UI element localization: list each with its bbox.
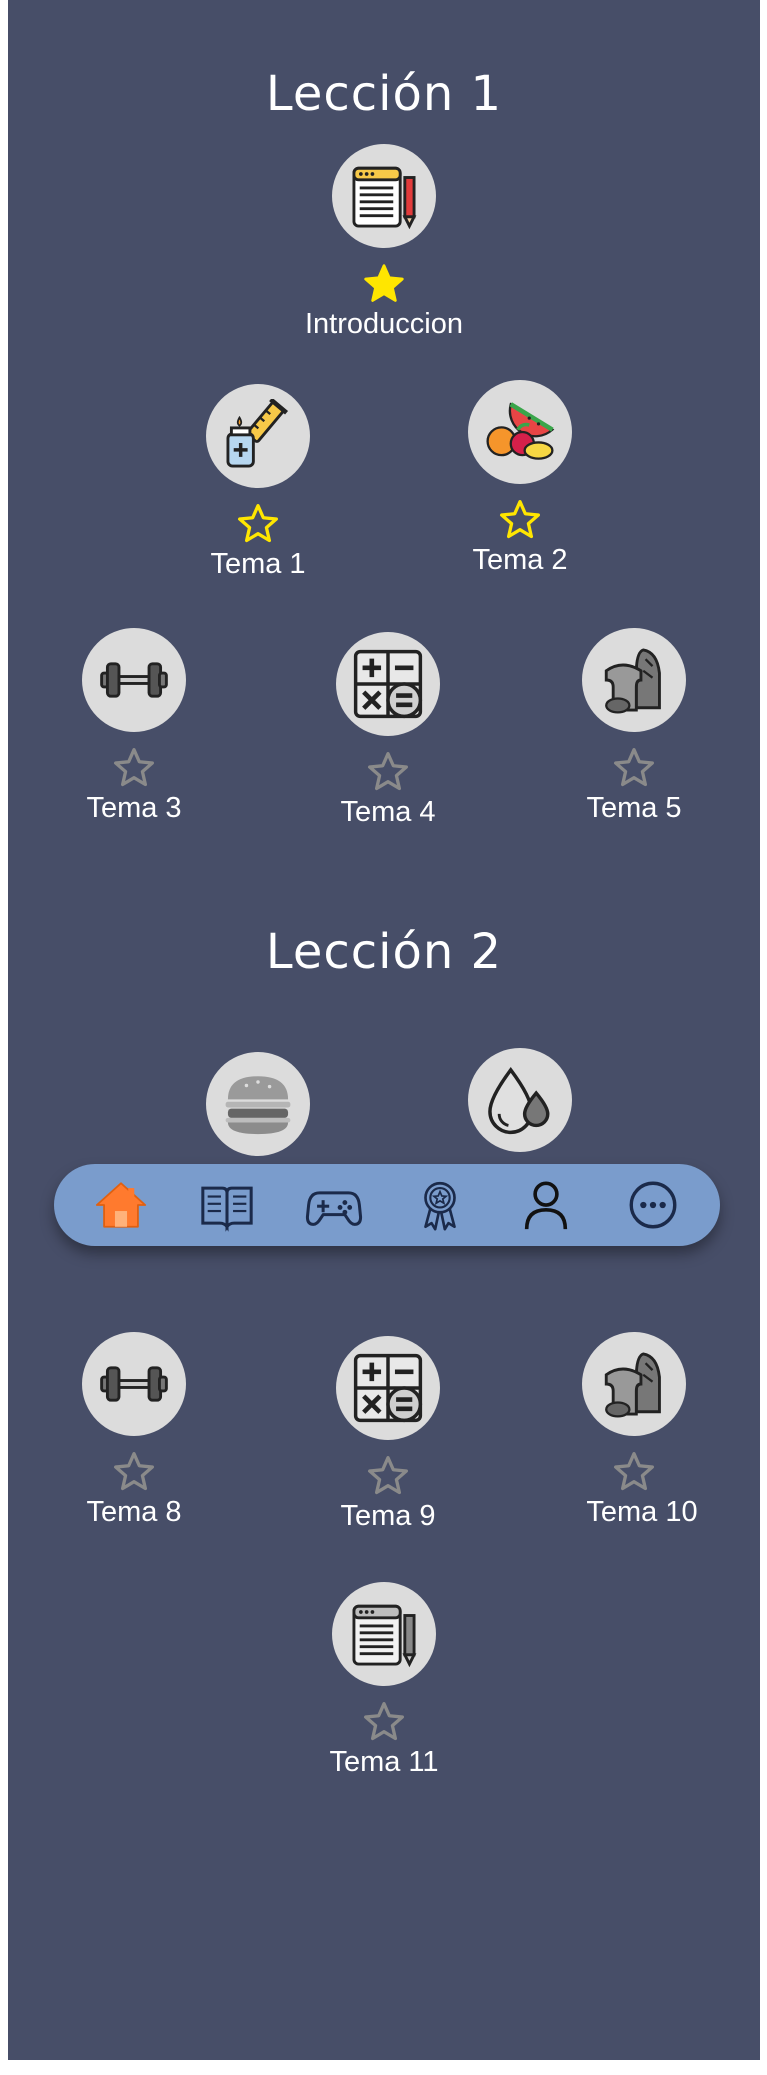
star-outline-icon <box>114 1452 154 1491</box>
gamepad-icon <box>305 1191 362 1226</box>
calculator-icon <box>353 649 423 719</box>
tema-11-circle[interactable] <box>332 1582 436 1686</box>
tema-11-node[interactable]: Tema 11 <box>304 1582 464 1779</box>
nav-more[interactable] <box>618 1170 688 1240</box>
star-outline-icon <box>114 748 154 787</box>
fruits-icon <box>486 402 555 460</box>
award-badge-icon <box>424 1181 456 1231</box>
tema-3-circle[interactable] <box>82 628 186 732</box>
star-outline-icon <box>238 504 278 543</box>
dumbbell-icon <box>100 662 168 698</box>
book-icon <box>201 1186 254 1232</box>
star-filled-icon <box>364 264 404 302</box>
tema-5-label: Tema 5 <box>586 792 682 824</box>
tema-2-node[interactable]: Tema 2 <box>440 380 600 577</box>
tema-4-circle[interactable] <box>336 632 440 736</box>
tema-2-circle[interactable] <box>468 380 572 484</box>
home-icon <box>96 1182 147 1228</box>
tema-5-circle[interactable] <box>582 628 686 732</box>
tema-6-node[interactable] <box>178 1052 338 1156</box>
tema-9-circle[interactable] <box>336 1336 440 1440</box>
intro-circle[interactable] <box>332 144 436 248</box>
nav-lessons[interactable] <box>192 1170 262 1240</box>
lesson-2-title: Lección 2 <box>265 924 503 980</box>
nav-achievements[interactable] <box>405 1170 475 1240</box>
syringe-vial-icon <box>226 399 289 468</box>
bread-icon <box>604 648 661 714</box>
intro-node[interactable]: Introduccion <box>304 144 464 341</box>
tema-5-node[interactable]: Tema 5 <box>554 628 714 825</box>
nav-profile[interactable] <box>511 1170 581 1240</box>
tema-11-label: Tema 11 <box>329 1746 439 1778</box>
star-outline-icon <box>614 1452 654 1491</box>
app-screen: Lección 1 Introduccion Tema 1 Tema 2 Tem… <box>8 0 760 2060</box>
tema-2-label: Tema 2 <box>472 544 568 576</box>
nav-home[interactable] <box>86 1170 156 1240</box>
water-drops-icon <box>488 1067 550 1135</box>
star-outline-icon <box>368 1456 408 1495</box>
notepad-pencil-icon <box>352 166 417 230</box>
tema-10-node[interactable]: Tema 10 <box>554 1332 714 1529</box>
tema-7-circle[interactable] <box>468 1048 572 1152</box>
tema-1-node[interactable]: Tema 1 <box>178 384 338 581</box>
bottom-navbar <box>54 1164 720 1246</box>
tema-8-label: Tema 8 <box>86 1496 182 1528</box>
star-outline-icon <box>500 500 540 539</box>
tema-9-node[interactable]: Tema 9 <box>308 1336 468 1533</box>
tema-9-label: Tema 9 <box>340 1500 436 1532</box>
tema-1-circle[interactable] <box>206 384 310 488</box>
bread-icon <box>604 1352 661 1418</box>
tema-10-circle[interactable] <box>582 1332 686 1436</box>
star-outline-icon <box>364 1702 404 1741</box>
nav-games[interactable] <box>299 1170 369 1240</box>
notepad-pencil-icon <box>352 1604 417 1668</box>
burger-icon <box>225 1076 291 1135</box>
lesson-1-title: Lección 1 <box>265 66 503 122</box>
tema-3-node[interactable]: Tema 3 <box>54 628 214 825</box>
tema-1-label: Tema 1 <box>210 548 306 580</box>
tema-8-node[interactable]: Tema 8 <box>54 1332 214 1529</box>
tema-4-label: Tema 4 <box>340 796 436 828</box>
tema-3-label: Tema 3 <box>86 792 182 824</box>
user-icon <box>525 1181 568 1230</box>
intro-label: Introduccion <box>305 308 463 340</box>
tema-4-node[interactable]: Tema 4 <box>308 632 468 829</box>
calculator-icon <box>353 1353 423 1423</box>
star-outline-icon <box>614 748 654 787</box>
tema-10-label: Tema 10 <box>586 1496 698 1528</box>
tema-7-node[interactable] <box>440 1048 600 1152</box>
star-outline-icon <box>368 752 408 791</box>
tema-6-circle[interactable] <box>206 1052 310 1156</box>
more-icon <box>629 1181 677 1229</box>
dumbbell-icon <box>100 1366 168 1402</box>
tema-8-circle[interactable] <box>82 1332 186 1436</box>
